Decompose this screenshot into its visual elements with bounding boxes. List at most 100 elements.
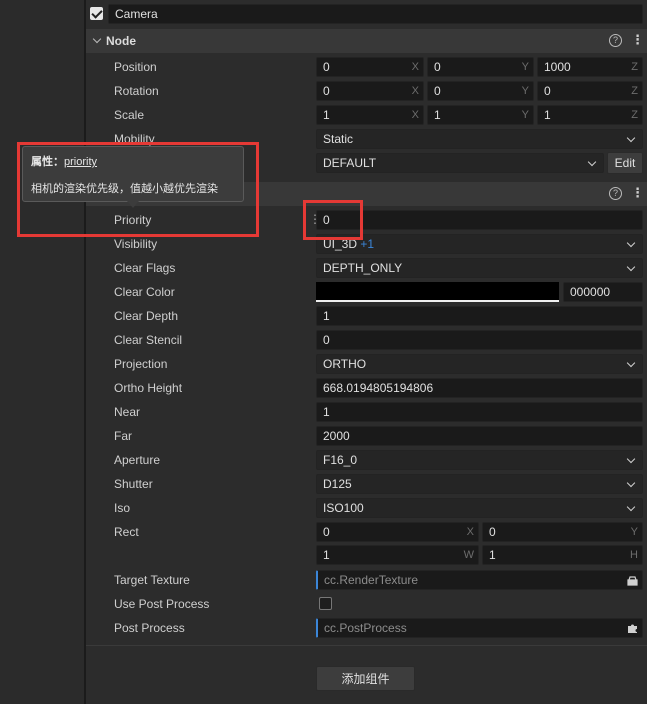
axis-x-label: X [411, 85, 419, 97]
chevron-down-icon [626, 502, 636, 512]
menu-icon[interactable]: ⋮ [631, 33, 644, 47]
rect-h-input[interactable]: 1 H [482, 545, 643, 565]
mobility-value: Static [323, 132, 354, 146]
component-name-field[interactable]: Camera [108, 4, 643, 24]
far-label: Far [114, 429, 132, 443]
rect-x-input[interactable]: 0 X [316, 522, 479, 542]
projection-value: ORTHO [323, 357, 367, 371]
ortho-height-input[interactable]: 668.0194805194806 [316, 378, 643, 398]
rotation-z-input[interactable]: 0 Z [537, 81, 643, 101]
clear-color-hex-input[interactable]: 000000 [563, 282, 643, 302]
scale-z-value: 1 [544, 108, 551, 122]
use-post-process-checkbox[interactable] [319, 597, 332, 610]
mobility-select[interactable]: Static [316, 129, 643, 149]
near-input[interactable]: 1 [316, 402, 643, 422]
add-component-button[interactable]: 添加组件 [316, 666, 415, 691]
rotation-y-input[interactable]: 0 Y [427, 81, 534, 101]
menu-icon[interactable]: ⋮ [631, 186, 644, 200]
rotation-y-value: 0 [434, 84, 441, 98]
target-texture-placeholder: cc.RenderTexture [324, 573, 419, 587]
node-section-header[interactable]: Node ? ⋮ [86, 29, 647, 53]
scale-x-input[interactable]: 1 X [316, 105, 424, 125]
position-y-input[interactable]: 0 Y [427, 57, 534, 77]
chevron-down-icon [587, 157, 597, 167]
clear-stencil-label: Clear Stencil [114, 333, 183, 347]
iso-value: ISO100 [323, 501, 364, 515]
folder-icon[interactable] [627, 574, 638, 592]
ortho-height-value: 668.0194805194806 [323, 381, 434, 395]
clear-color-label: Clear Color [114, 285, 175, 299]
aperture-value: F16_0 [323, 453, 358, 467]
help-icon[interactable]: ? [609, 187, 622, 200]
clear-stencil-input[interactable]: 0 [316, 330, 643, 350]
rect-w-input[interactable]: 1 W [316, 545, 479, 565]
chevron-down-icon [626, 454, 636, 464]
clear-depth-value: 1 [323, 309, 330, 323]
aperture-label: Aperture [114, 453, 161, 467]
puzzle-icon[interactable] [627, 622, 638, 640]
chevron-down-icon[interactable] [92, 34, 102, 44]
shutter-select[interactable]: D125 [316, 474, 643, 494]
chevron-down-icon [626, 238, 636, 248]
clear-depth-input[interactable]: 1 [316, 306, 643, 326]
position-z-value: 1000 [544, 60, 571, 74]
position-x-value: 0 [323, 60, 330, 74]
annotation-highlight-tooltip [17, 142, 259, 237]
axis-y-label: Y [521, 61, 529, 73]
near-value: 1 [323, 405, 330, 419]
rect-x-value: 0 [323, 525, 330, 539]
target-texture-field[interactable]: cc.RenderTexture [316, 570, 643, 590]
visibility-select[interactable]: UI_3D +1 [316, 234, 643, 254]
rect-w-value: 1 [323, 548, 330, 562]
rect-h-value: 1 [489, 548, 496, 562]
post-process-field[interactable]: cc.PostProcess [316, 618, 643, 638]
scale-z-input[interactable]: 1 Z [537, 105, 643, 125]
rect-label: Rect [114, 525, 139, 539]
axis-z-label: Z [631, 85, 638, 97]
projection-select[interactable]: ORTHO [316, 354, 643, 374]
layer-edit-button[interactable]: Edit [607, 152, 643, 174]
axis-w-label: W [463, 549, 474, 561]
layer-select[interactable]: DEFAULT [316, 153, 604, 173]
help-icon[interactable]: ? [609, 34, 622, 47]
iso-label: Iso [114, 501, 131, 515]
axis-y-label: Y [630, 526, 638, 538]
node-section-title: Node [106, 34, 136, 48]
rotation-x-input[interactable]: 0 X [316, 81, 424, 101]
projection-label: Projection [114, 357, 168, 371]
scale-x-value: 1 [323, 108, 330, 122]
clear-flags-select[interactable]: DEPTH_ONLY [316, 258, 643, 278]
scale-y-input[interactable]: 1 Y [427, 105, 534, 125]
post-process-label: Post Process [114, 621, 185, 635]
chevron-down-icon [626, 262, 636, 272]
axis-z-label: Z [631, 109, 638, 121]
chevron-down-icon [626, 133, 636, 143]
axis-x-label: X [411, 61, 419, 73]
aperture-select[interactable]: F16_0 [316, 450, 643, 470]
visibility-label: Visibility [114, 237, 158, 251]
rect-y-input[interactable]: 0 Y [482, 522, 643, 542]
position-x-input[interactable]: 0 X [316, 57, 424, 77]
axis-z-label: Z [631, 61, 638, 73]
shutter-value: D125 [323, 477, 352, 491]
axis-x-label: X [466, 526, 474, 538]
far-input[interactable]: 2000 [316, 426, 643, 446]
axis-x-label: X [411, 109, 419, 121]
priority-input[interactable]: 0 [316, 210, 643, 230]
clear-stencil-value: 0 [323, 333, 330, 347]
position-z-input[interactable]: 1000 Z [537, 57, 643, 77]
iso-select[interactable]: ISO100 [316, 498, 643, 518]
clear-color-swatch[interactable] [316, 282, 559, 302]
post-process-placeholder: cc.PostProcess [324, 621, 407, 635]
clear-flags-value: DEPTH_ONLY [323, 261, 403, 275]
position-y-value: 0 [434, 60, 441, 74]
component-name-text: Camera [115, 7, 158, 21]
scale-label: Scale [114, 108, 145, 122]
clear-color-hex-value: 000000 [570, 285, 611, 299]
clear-flags-label: Clear Flags [114, 261, 176, 275]
component-enabled-checkbox[interactable] [90, 7, 103, 20]
axis-y-label: Y [521, 109, 529, 121]
rotation-label: Rotation [114, 84, 159, 98]
footer-divider [86, 645, 647, 646]
chevron-down-icon [626, 478, 636, 488]
